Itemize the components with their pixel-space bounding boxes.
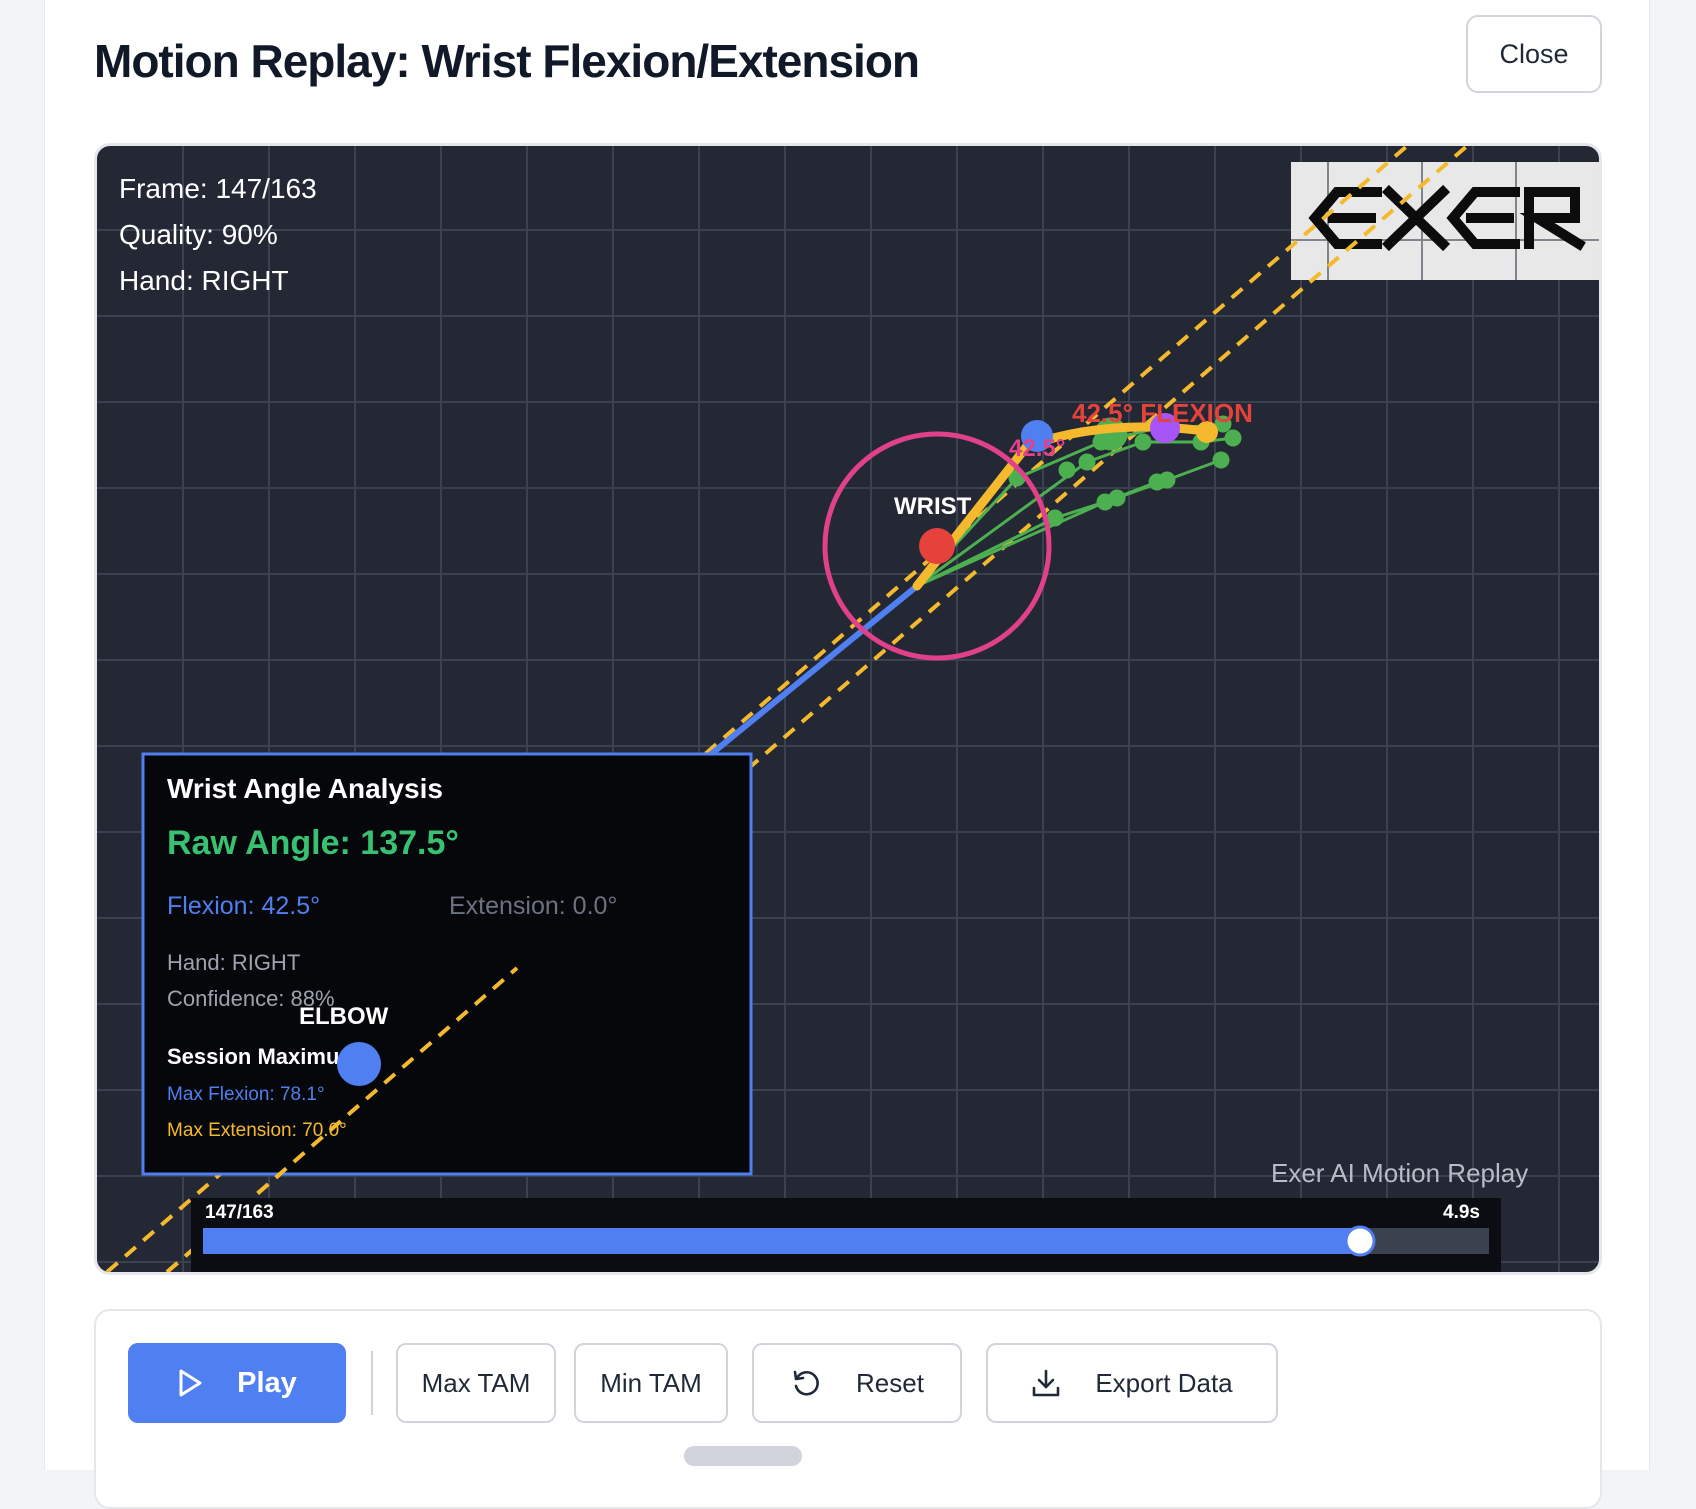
exer-logo [1291,162,1599,280]
elbow-joint [337,1042,381,1086]
min-tam-button[interactable]: Min TAM [574,1343,728,1423]
frame-info: Frame: 147/163 [119,173,317,204]
extension-value: Extension: 0.0° [449,892,617,920]
replay-canvas: 42.5° FLEXION 42.5° WRIST Frame: 147/163… [94,143,1602,1275]
reset-icon [790,1367,822,1399]
export-data-button[interactable]: Export Data [986,1343,1278,1423]
page-title: Motion Replay: Wrist Flexion/Extension [94,35,920,87]
play-button[interactable]: Play [128,1343,346,1423]
replay-svg: 42.5° FLEXION 42.5° WRIST Frame: 147/163… [97,146,1599,1272]
close-button[interactable]: Close [1466,15,1602,93]
hand-info: Hand: RIGHT [119,265,289,296]
wrist-label: WRIST [894,493,972,520]
timeline-time-label: 4.9s [1443,1202,1480,1223]
modal-header: Motion Replay: Wrist Flexion/Extension C… [94,15,1602,110]
timeline-progress [203,1228,1360,1254]
scroll-handle[interactable] [684,1446,802,1466]
raw-angle-value: Raw Angle: 137.5° [167,824,459,862]
angle-small-label: 42.5° [1009,435,1065,462]
export-label: Export Data [1095,1367,1233,1398]
timeline-frame-label: 147/163 [205,1202,274,1223]
download-icon [1031,1368,1061,1398]
timeline-scrubber[interactable] [1344,1225,1376,1257]
max-flexion-value: Max Flexion: 78.1° [167,1084,325,1105]
quality-info: Quality: 90% [119,219,278,250]
watermark: Exer AI Motion Replay [1271,1158,1528,1188]
controls-divider [371,1351,373,1415]
flexion-tag: 42.5° FLEXION [1072,398,1253,428]
reset-button[interactable]: Reset [752,1343,962,1423]
elbow-label: ELBOW [299,1003,389,1030]
reset-label: Reset [856,1367,924,1398]
max-tam-button[interactable]: Max TAM [396,1343,556,1423]
session-max-title: Session Maximum: [167,1044,366,1069]
play-icon [177,1368,203,1398]
wrist-joint [919,528,955,564]
playback-controls: Play Max TAM Min TAM Reset Export Data [94,1309,1602,1509]
analysis-hand: Hand: RIGHT [167,950,300,975]
flexion-value: Flexion: 42.5° [167,892,320,920]
play-label: Play [237,1366,297,1399]
analysis-title: Wrist Angle Analysis [167,773,443,804]
angle-analysis-panel: Wrist Angle Analysis Raw Angle: 137.5° F… [141,752,753,1176]
